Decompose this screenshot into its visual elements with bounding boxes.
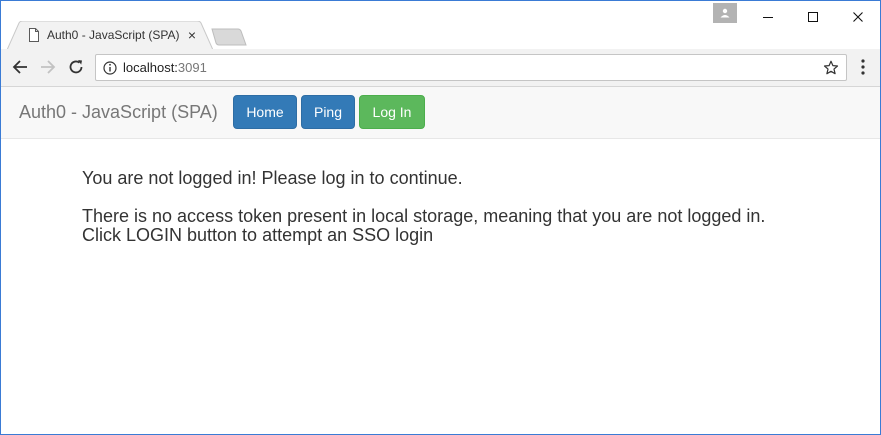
- close-icon[interactable]: [835, 3, 880, 31]
- address-bar[interactable]: localhost:3091: [95, 54, 847, 81]
- url-host: localhost:: [123, 60, 178, 75]
- minimize-icon[interactable]: [745, 3, 791, 31]
- reload-icon[interactable]: [66, 57, 86, 77]
- kebab-menu-icon[interactable]: [856, 58, 870, 76]
- tab-title: Auth0 - JavaScript (SPA): [47, 28, 180, 42]
- home-button[interactable]: Home: [233, 95, 297, 129]
- new-tab-button[interactable]: [211, 28, 247, 46]
- navbar-brand[interactable]: Auth0 - JavaScript (SPA): [19, 102, 218, 123]
- url-port: 3091: [177, 60, 207, 75]
- arrow-right-icon[interactable]: [38, 57, 58, 77]
- document-icon: [29, 28, 39, 42]
- url-text[interactable]: localhost:3091: [123, 60, 207, 75]
- title-bar: Auth0 - JavaScript (SPA) ×: [1, 1, 880, 50]
- login-button[interactable]: Log In: [359, 95, 425, 129]
- maximize-icon[interactable]: [790, 3, 836, 31]
- browser-window: Auth0 - JavaScript (SPA) × localhost:309…: [0, 0, 881, 435]
- browser-toolbar: localhost:3091: [1, 49, 880, 87]
- no-token-message: There is no access token present in loca…: [82, 206, 766, 226]
- arrow-left-icon[interactable]: [10, 57, 30, 77]
- star-icon[interactable]: [823, 60, 839, 76]
- info-icon[interactable]: [103, 61, 117, 75]
- tab-close-icon[interactable]: ×: [186, 28, 198, 42]
- user-icon[interactable]: [713, 3, 737, 23]
- ping-button[interactable]: Ping: [301, 95, 355, 129]
- sso-hint-message: Click LOGIN button to attempt an SSO log…: [82, 225, 434, 245]
- app-navbar: Auth0 - JavaScript (SPA) Home Ping Log I…: [1, 87, 880, 139]
- not-logged-in-message: You are not logged in! Please log in to …: [82, 168, 463, 188]
